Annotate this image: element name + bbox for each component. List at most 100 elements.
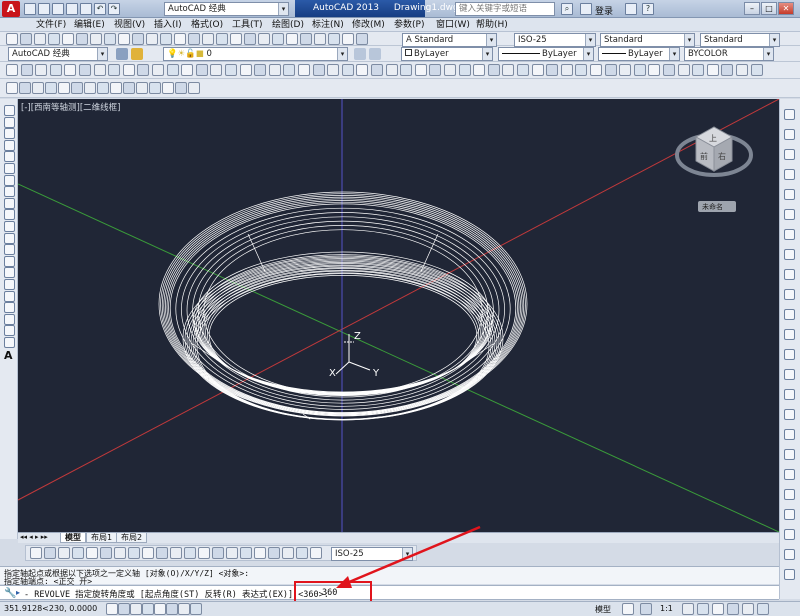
standard-tool-icon-13[interactable] [174, 33, 186, 45]
modeling-tool-icon-19[interactable] [268, 64, 281, 76]
status-tray-icon-5[interactable] [712, 603, 724, 615]
draw-tool-icon-16[interactable] [4, 279, 15, 290]
dimension-tool-icon-9[interactable] [142, 547, 154, 559]
status-tray-icon-4[interactable] [697, 603, 709, 615]
tab-nav-arrows-icon[interactable]: ◂◂ ◂ ▸ ▸▸ [20, 533, 48, 541]
plotstyle-combo[interactable]: BYCOLOR ▾ [684, 47, 774, 61]
text-style-combo[interactable]: A Standard ▾ [402, 33, 497, 47]
draw-tool-icon-7[interactable] [4, 174, 15, 186]
modeling-tool-icon-21[interactable] [298, 64, 310, 76]
modeling-tool-icon-40[interactable] [575, 64, 588, 76]
dimension-tool-icon-21[interactable] [310, 547, 322, 559]
modeling-tool-icon-4[interactable] [49, 64, 62, 76]
modeling-tool-icon-31[interactable] [444, 64, 456, 76]
modeling-tool-icon-41[interactable] [590, 64, 602, 76]
standard-tool-icon-12[interactable] [160, 33, 172, 45]
modeling-tool-icon-42[interactable] [604, 64, 617, 76]
modeling-tool-icon-37[interactable] [531, 64, 544, 76]
tab-model[interactable]: 模型 [60, 533, 86, 543]
lineweight-combo[interactable]: ByLayer ▾ [598, 47, 680, 61]
tab-layout2[interactable]: 布局2 [116, 533, 148, 543]
standard-tool-icon-25[interactable] [342, 33, 354, 45]
draw-tool-icon-3[interactable] [4, 128, 15, 140]
modify-tool-icon-11[interactable] [784, 309, 795, 320]
solid-edit-tool-icon-1[interactable] [6, 82, 18, 94]
dimension-tool-icon-15[interactable] [226, 547, 238, 559]
modeling-tool-icon-9[interactable] [122, 64, 135, 76]
model-space-toggle[interactable]: 模型 [595, 604, 611, 615]
modeling-tool-icon-50[interactable] [721, 64, 734, 76]
minimize-button[interactable]: – [744, 2, 760, 15]
draw-tool-icon-17[interactable] [4, 290, 15, 302]
modify-tool-icon-4[interactable] [784, 169, 795, 180]
menu-item-insert[interactable]: 插入(I) [152, 19, 184, 31]
modeling-tool-icon-51[interactable] [736, 64, 748, 76]
color-combo[interactable]: ByLayer ▾ [401, 47, 493, 61]
solid-edit-tool-icon-15[interactable] [188, 82, 200, 94]
modify-tool-icon-7[interactable] [784, 229, 795, 240]
menu-item-edit[interactable]: 编辑(E) [72, 19, 107, 31]
modeling-tool-icon-52[interactable] [750, 64, 763, 76]
modeling-tool-icon-44[interactable] [633, 64, 646, 76]
modify-tool-icon-20[interactable] [784, 489, 795, 500]
modify-tool-icon-16[interactable] [784, 409, 795, 420]
modify-tool-icon-5[interactable] [784, 189, 795, 200]
redo-icon[interactable]: ↷ [108, 3, 120, 15]
status-toggle-icon-4[interactable] [142, 603, 154, 615]
modeling-tool-icon-34[interactable] [487, 64, 500, 76]
standard-tool-icon-3[interactable] [34, 33, 46, 45]
open-file-icon[interactable] [38, 3, 50, 15]
modeling-tool-icon-15[interactable] [210, 64, 223, 76]
standard-tool-icon-20[interactable] [272, 33, 284, 45]
draw-tool-icon-4[interactable] [4, 139, 15, 151]
wrench-icon[interactable]: 🔧 [4, 588, 16, 599]
standard-tool-icon-15[interactable] [202, 33, 214, 45]
status-toggle-icon-2[interactable] [118, 603, 130, 615]
modify-tool-icon-8[interactable] [784, 249, 795, 260]
modeling-tool-icon-18[interactable] [254, 64, 267, 76]
standard-tool-icon-17[interactable] [230, 33, 242, 45]
menu-item-help[interactable]: 帮助(H) [474, 19, 510, 31]
solid-edit-tool-icon-6[interactable] [71, 82, 83, 94]
status-tray-icon-1[interactable] [622, 603, 634, 615]
modeling-tool-icon-7[interactable] [93, 64, 106, 76]
modify-tool-icon-19[interactable] [784, 469, 795, 480]
status-toggle-icon-8[interactable] [190, 603, 202, 615]
dimension-tool-icon-2[interactable] [44, 547, 56, 559]
command-recent-icon[interactable]: ▸ [16, 588, 20, 597]
draw-tool-icon-10[interactable] [4, 209, 15, 221]
modeling-tool-icon-6[interactable] [79, 64, 91, 76]
new-file-icon[interactable] [24, 3, 36, 15]
undo-icon[interactable]: ↶ [94, 3, 106, 15]
status-toggle-icon-6[interactable] [166, 603, 178, 615]
modify-tool-icon-12[interactable] [784, 329, 795, 340]
standard-tool-icon-5[interactable] [62, 33, 74, 45]
modeling-tool-icon-35[interactable] [502, 64, 515, 76]
modeling-tool-icon-12[interactable] [166, 64, 179, 76]
annotation-scale[interactable]: 1:1 [660, 604, 673, 613]
modeling-tool-icon-36[interactable] [517, 64, 529, 76]
text-tool-icon[interactable]: A [4, 349, 13, 362]
standard-tool-icon-24[interactable] [328, 33, 340, 45]
dimension-tool-icon-4[interactable] [72, 547, 84, 559]
modeling-tool-icon-22[interactable] [312, 64, 325, 76]
modeling-tool-icon-30[interactable] [429, 64, 442, 76]
modeling-tool-icon-33[interactable] [473, 64, 486, 76]
status-toggle-icon-5[interactable] [154, 603, 166, 615]
modeling-tool-icon-20[interactable] [283, 64, 296, 76]
modeling-tool-icon-28[interactable] [400, 64, 413, 76]
standard-tool-icon-4[interactable] [48, 33, 60, 45]
modify-tool-icon-1[interactable] [784, 109, 795, 120]
drawing-viewport[interactable]: [-][西南等轴测][二维线框] Z X Y 上 前 右 未命名 [18, 99, 779, 532]
modeling-tool-icon-2[interactable] [20, 64, 33, 76]
menu-item-dimension[interactable]: 标注(N) [310, 19, 346, 31]
modify-tool-icon-18[interactable] [784, 449, 795, 460]
dimension-tool-icon-13[interactable] [198, 547, 210, 559]
menu-item-file[interactable]: 文件(F) [34, 19, 68, 31]
solid-edit-tool-icon-8[interactable] [97, 82, 109, 94]
dim-toolbar-style-combo[interactable]: ISO-25 ▾ [331, 547, 413, 561]
draw-tool-icon-21[interactable] [4, 337, 15, 348]
modeling-tool-icon-14[interactable] [195, 64, 208, 76]
modify-tool-icon-24[interactable] [784, 569, 795, 580]
solid-edit-tool-icon-11[interactable] [136, 82, 148, 94]
